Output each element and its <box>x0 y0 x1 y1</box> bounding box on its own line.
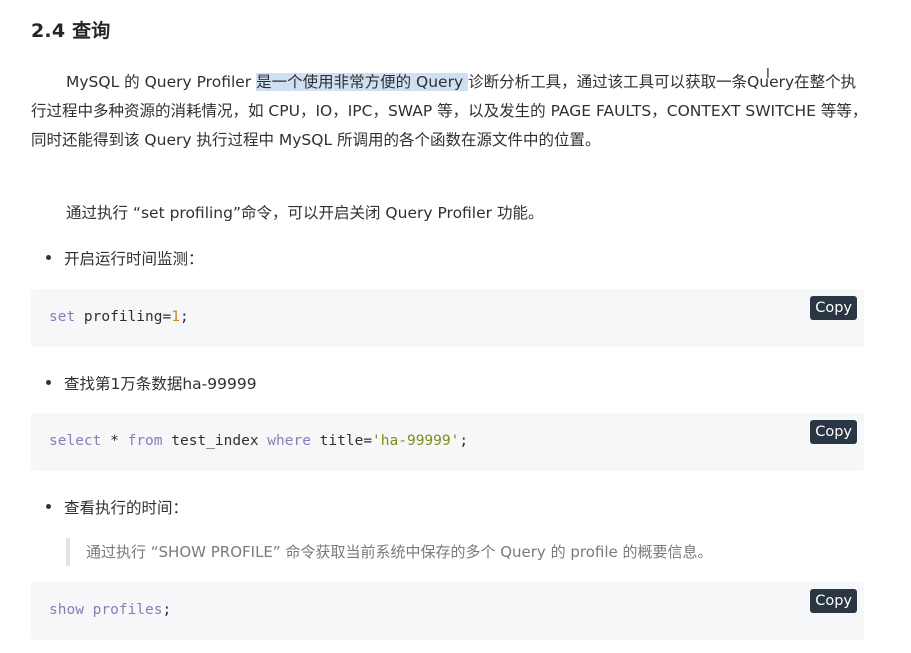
code-keyword: profiles <box>92 602 163 618</box>
code-text: test_index <box>162 433 268 449</box>
code-text: profiling= <box>75 309 172 325</box>
text-cursor-icon: I <box>766 67 770 82</box>
bullet-icon <box>46 255 51 260</box>
code-keyword: select <box>49 433 102 449</box>
code-number: 1 <box>171 309 180 325</box>
list-item: 开启运行时间监测： <box>46 247 204 271</box>
section-title: 2.4 查询 <box>31 20 111 42</box>
bullet-icon <box>46 380 51 385</box>
code-block: show profiles; Copy <box>31 582 864 640</box>
code-keyword: where <box>267 433 311 449</box>
code-line[interactable]: select * from test_index where title='ha… <box>49 433 468 449</box>
code-block: set profiling=1; Copy <box>31 289 864 347</box>
code-keyword: from <box>127 433 163 449</box>
enable-note-paragraph: 通过执行 “set profiling”命令，可以开启关闭 Query Prof… <box>66 204 544 222</box>
code-line[interactable]: set profiling=1; <box>49 309 189 325</box>
intro-text-selected[interactable]: 是一个使用非常方便的 Query <box>256 73 469 91</box>
copy-button[interactable]: Copy <box>810 589 857 613</box>
bullet-icon <box>46 504 51 509</box>
document-page: 2.4 查询 MySQL 的 Query Profiler 是一个使用非常方便的… <box>0 0 911 653</box>
list-item: 查看执行的时间： <box>46 496 188 520</box>
intro-text-before: MySQL 的 Query Profiler <box>66 73 257 91</box>
code-text: ; <box>162 602 172 618</box>
list-item-label: 开启运行时间监测： <box>64 250 204 268</box>
code-text: * <box>101 433 128 449</box>
code-text: title= <box>310 433 373 449</box>
blockquote: 通过执行 “SHOW PROFILE” 命令获取当前系统中保存的多个 Query… <box>66 538 713 566</box>
copy-button[interactable]: Copy <box>810 296 857 320</box>
code-text: ; <box>459 433 469 449</box>
code-keyword: show <box>49 602 84 618</box>
code-text: ; <box>179 309 189 325</box>
code-string: 'ha-99999' <box>372 433 460 449</box>
code-line[interactable]: show profiles; <box>49 602 171 618</box>
intro-paragraph: MySQL 的 Query Profiler 是一个使用非常方便的 Query … <box>31 68 871 155</box>
list-item: 查找第1万条数据ha-99999 <box>46 372 257 396</box>
list-item-label: 查找第1万条数据ha-99999 <box>64 375 257 393</box>
list-item-label: 查看执行的时间： <box>64 499 189 517</box>
code-keyword: set <box>49 309 76 325</box>
copy-button[interactable]: Copy <box>810 420 857 444</box>
code-block: select * from test_index where title='ha… <box>31 413 864 471</box>
